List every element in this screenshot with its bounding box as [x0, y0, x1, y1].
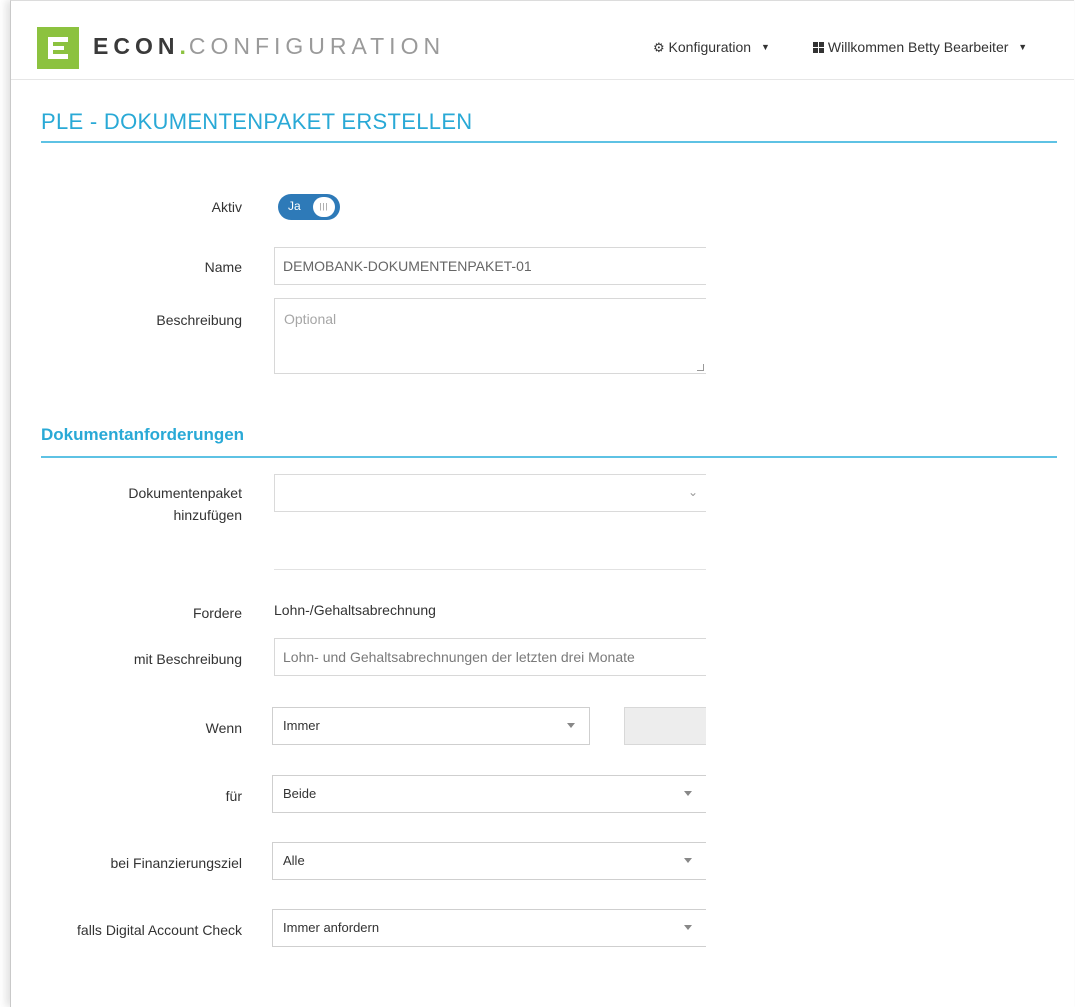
econ-logo-icon	[37, 27, 79, 69]
caret-down-icon	[684, 925, 692, 930]
gear-icon: ⚙	[653, 40, 665, 55]
title-divider	[41, 141, 1057, 143]
wenn-value: Immer	[283, 718, 320, 733]
form-separator	[274, 569, 706, 570]
wenn-label: Wenn	[205, 720, 242, 736]
nav-user-label: Willkommen Betty Bearbeiter	[827, 39, 1009, 55]
mit-beschreibung-field[interactable]: Lohn- und Gehaltsabrechnungen der letzte…	[274, 638, 706, 676]
section-title-dokumentanforderungen: Dokumentanforderungen	[41, 425, 245, 444]
caret-down-icon	[684, 858, 692, 863]
top-navbar: ECON.CONFIGURATION ⚙ Konfiguration ▼ Wil…	[11, 1, 1074, 80]
nav-konfiguration-menu[interactable]: ⚙ Konfiguration ▼	[653, 39, 770, 56]
finanzierungsziel-label: bei Finanzierungsziel	[110, 855, 242, 871]
fordere-value: Lohn-/Gehaltsabrechnung	[274, 602, 436, 618]
fuer-label: für	[225, 788, 242, 804]
nav-konfiguration-label: Konfiguration	[668, 39, 752, 55]
aktiv-label: Aktiv	[211, 199, 242, 215]
aktiv-toggle[interactable]: Ja |||	[278, 194, 340, 220]
name-field[interactable]: DEMOBANK-DOKUMENTENPAKET-01	[274, 247, 706, 285]
add-paket-label: Dokumentenpaket hinzufügen	[128, 482, 242, 526]
add-paket-select[interactable]: ⌄	[274, 474, 706, 512]
fordere-label: Fordere	[192, 605, 242, 621]
fuer-value: Beide	[283, 786, 317, 801]
caret-down-icon	[567, 723, 575, 728]
caret-down-icon: ▼	[1018, 42, 1028, 52]
add-paket-label-line2: hinzufügen	[173, 507, 242, 523]
name-label: Name	[204, 259, 242, 275]
digital-account-check-value: Immer anfordern	[283, 920, 380, 935]
mit-beschreibung-label: mit Beschreibung	[133, 651, 242, 667]
app-window: ECON.CONFIGURATION ⚙ Konfiguration ▼ Wil…	[10, 0, 1074, 1007]
digital-account-check-label: falls Digital Account Check	[77, 922, 242, 938]
finanzierungsziel-value: Alle	[283, 853, 305, 868]
toggle-knob-icon: |||	[313, 197, 335, 217]
fuer-select[interactable]: Beide	[272, 775, 706, 813]
chevron-down-icon: ⌄	[687, 485, 698, 499]
resize-handle-icon[interactable]	[697, 364, 704, 371]
digital-account-check-select[interactable]: Immer anfordern	[272, 909, 706, 947]
wenn-select[interactable]: Immer	[272, 707, 590, 745]
toggle-on-text: Ja	[288, 199, 301, 213]
section-divider	[41, 456, 1057, 458]
caret-down-icon	[684, 791, 692, 796]
beschreibung-placeholder: Optional	[284, 311, 337, 327]
finanzierungsziel-select[interactable]: Alle	[272, 842, 706, 880]
nav-user-menu[interactable]: Willkommen Betty Bearbeiter ▼	[813, 39, 1027, 55]
grid-icon	[813, 40, 824, 53]
wenn-condition-field[interactable]	[624, 707, 706, 745]
beschreibung-textarea[interactable]: Optional	[274, 298, 706, 374]
add-paket-label-line1: Dokumentenpaket	[128, 485, 242, 501]
beschreibung-label: Beschreibung	[156, 312, 242, 328]
caret-down-icon: ▼	[760, 42, 770, 52]
brand-wordmark: ECON.CONFIGURATION	[93, 33, 446, 59]
page-title: PLE - DOKUMENTENPAKET ERSTELLEN	[41, 109, 473, 134]
